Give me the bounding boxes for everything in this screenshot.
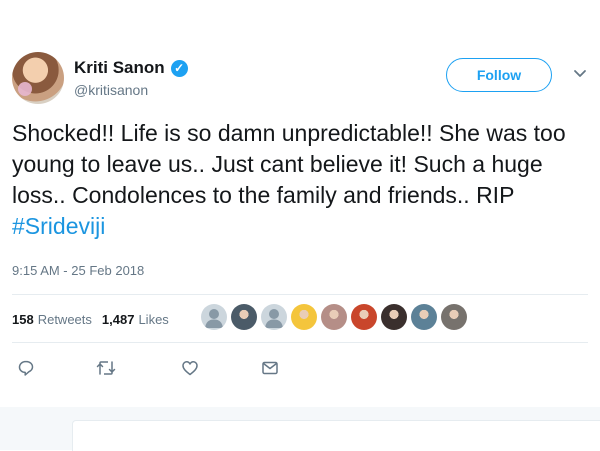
like-icon bbox=[182, 361, 198, 376]
retweet-button[interactable] bbox=[92, 354, 120, 382]
liker-avatar-4[interactable] bbox=[291, 304, 317, 330]
likes-count: 1,487 bbox=[101, 311, 135, 327]
author-display-name[interactable]: Kriti Sanon bbox=[74, 58, 165, 78]
tweet-stats: 158 Retweets 1,487 Likes bbox=[12, 305, 179, 333]
follow-button[interactable]: Follow bbox=[446, 58, 552, 92]
liker-avatar-7[interactable] bbox=[381, 304, 407, 330]
reply-input-box[interactable] bbox=[72, 420, 600, 451]
liker-avatar-1[interactable] bbox=[201, 304, 227, 330]
default-avatar-icon bbox=[205, 309, 223, 328]
retweets-stat[interactable]: 158 Retweets bbox=[12, 312, 92, 327]
tweet-actions bbox=[12, 354, 332, 382]
author-avatar[interactable] bbox=[12, 52, 64, 104]
default-avatar-icon bbox=[265, 309, 283, 328]
like-button[interactable] bbox=[176, 354, 204, 382]
hashtag-link[interactable]: #Srideviji bbox=[12, 213, 105, 239]
liker-avatar-3[interactable] bbox=[261, 304, 287, 330]
reply-icon bbox=[18, 360, 34, 376]
author-name-row[interactable]: Kriti Sanon ✓ bbox=[74, 57, 188, 79]
likes-label: Likes bbox=[138, 311, 169, 327]
liker-avatar-2[interactable] bbox=[231, 304, 257, 330]
liker-avatar-8[interactable] bbox=[411, 304, 437, 330]
tweet-text-body: Shocked!! Life is so damn unpredictable!… bbox=[12, 120, 566, 208]
chevron-down-icon[interactable] bbox=[572, 65, 588, 81]
stats-divider-top bbox=[12, 294, 588, 295]
liker-avatars bbox=[201, 304, 467, 330]
tweet-text: Shocked!! Life is so damn unpredictable!… bbox=[12, 118, 582, 242]
liker-avatar-5[interactable] bbox=[321, 304, 347, 330]
retweet-icon bbox=[96, 361, 116, 375]
verified-badge-icon: ✓ bbox=[170, 59, 188, 77]
retweets-count: 158 bbox=[12, 311, 34, 327]
author-handle[interactable]: @kritisanon bbox=[74, 82, 148, 98]
retweets-label: Retweets bbox=[37, 311, 92, 327]
liker-avatar-6[interactable] bbox=[351, 304, 377, 330]
direct-message-icon bbox=[262, 361, 278, 375]
tweet-header: Kriti Sanon ✓ @kritisanon Follow bbox=[12, 52, 592, 108]
reply-button[interactable] bbox=[12, 354, 40, 382]
tweet-timestamp[interactable]: 9:15 AM - 25 Feb 2018 bbox=[12, 263, 144, 278]
liker-avatar-9[interactable] bbox=[441, 304, 467, 330]
tweet-card: Kriti Sanon ✓ @kritisanon Follow Shocked… bbox=[0, 0, 600, 451]
direct-message-button[interactable] bbox=[256, 354, 284, 382]
stats-divider-bottom bbox=[12, 342, 588, 343]
likes-stat[interactable]: 1,487 Likes bbox=[102, 312, 169, 327]
